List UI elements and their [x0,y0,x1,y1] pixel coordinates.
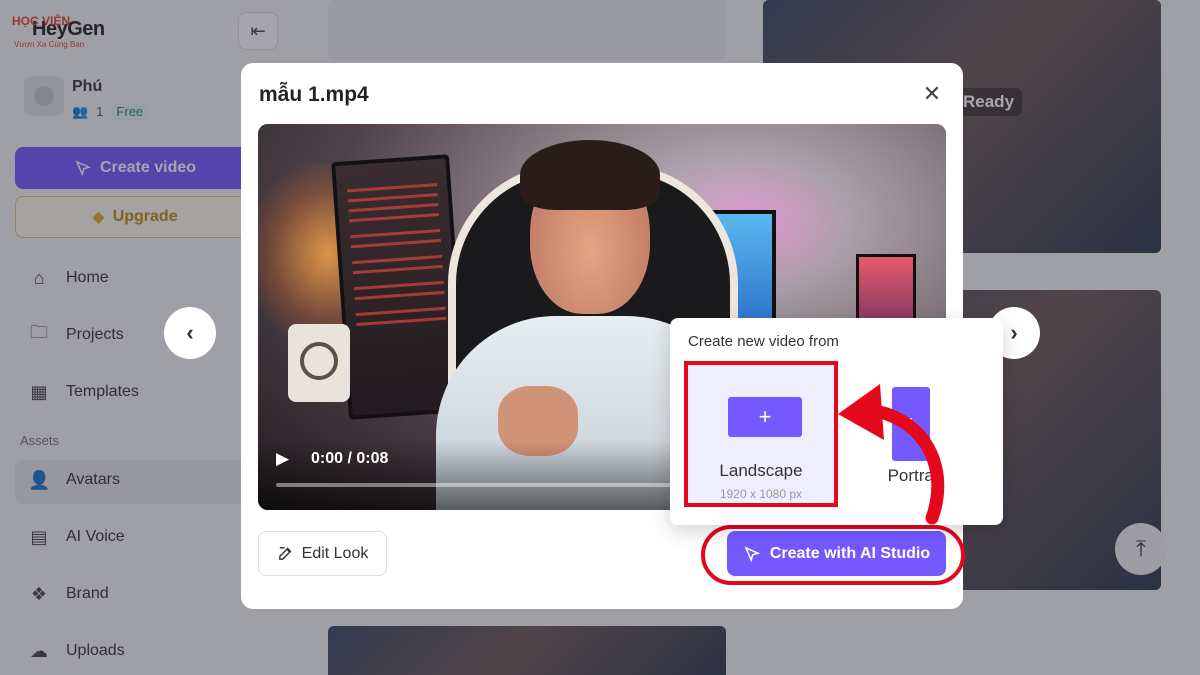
play-button[interactable]: ▶ [276,449,289,469]
chevron-left-icon: ‹ [186,320,194,345]
play-icon: ▶ [276,449,290,468]
option-dimensions: 1920 x 1080 px [719,487,803,501]
edit-look-button[interactable]: Edit Look [258,531,387,576]
close-button[interactable]: ✕ [919,81,945,107]
modal-title: mẫu 1.mp4 [259,83,369,106]
annotation-arrow [838,384,945,525]
option-landscape[interactable]: + Landscape 1920 x 1080 px [684,361,838,507]
chevron-right-icon: › [1010,320,1018,345]
option-label: Landscape [719,461,803,480]
edit-look-label: Edit Look [301,544,369,562]
previous-button[interactable]: ‹ [164,307,216,359]
plus-icon: + [728,397,802,437]
time-display: 0:00 / 0:08 [311,450,389,467]
close-icon: ✕ [922,81,942,106]
popover-title: Create new video from [688,333,839,350]
edit-icon [278,547,292,560]
annotation-highlight [701,525,965,585]
